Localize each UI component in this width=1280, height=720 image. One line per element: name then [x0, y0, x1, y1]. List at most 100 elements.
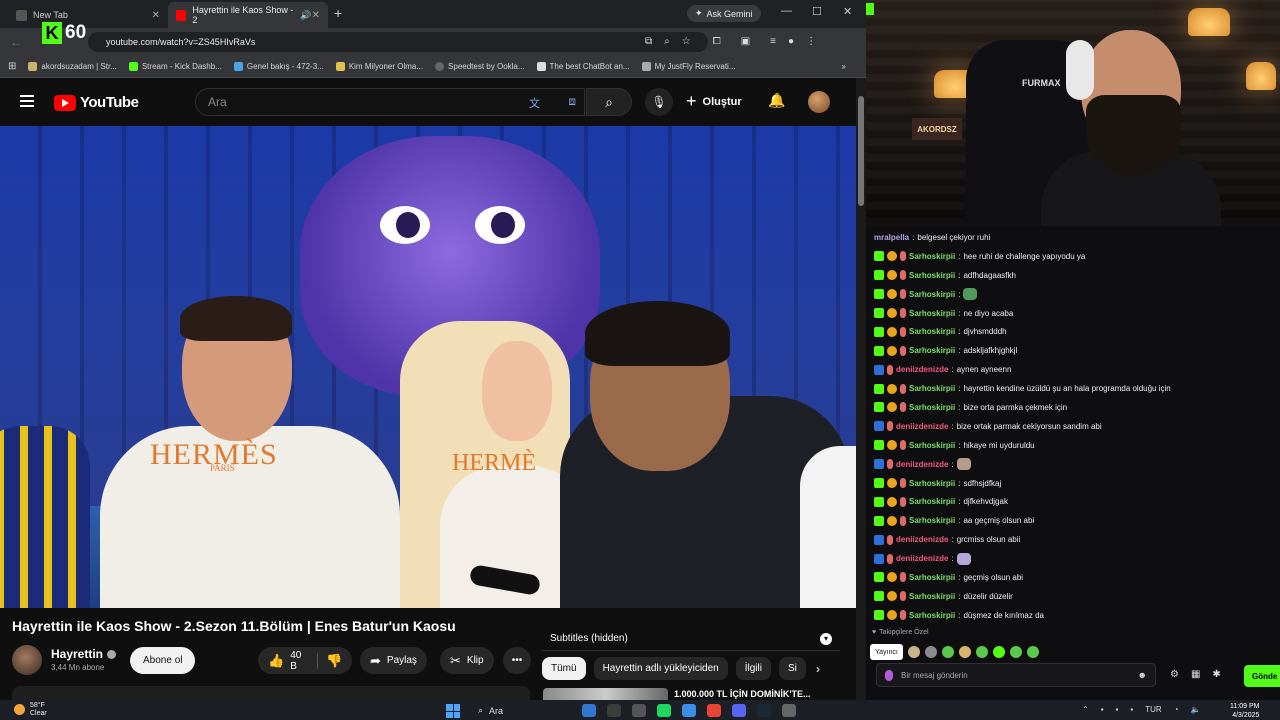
chat-username[interactable]: Sarhoskirpii	[909, 346, 955, 355]
notifications-bell-icon[interactable]: 🔔	[768, 92, 785, 109]
audio-playing-icon[interactable]: 🔊	[300, 10, 311, 21]
create-button[interactable]: + Oluştur	[686, 91, 742, 112]
windows-start-icon[interactable]	[446, 704, 460, 718]
close-tab-icon[interactable]: ✕	[312, 10, 320, 21]
zoom-icon[interactable]: ⌕	[664, 36, 670, 47]
account-avatar[interactable]	[808, 91, 830, 113]
weather-widget[interactable]: 58°F Clear	[14, 702, 47, 718]
recommended-video-thumbnail[interactable]	[543, 688, 668, 700]
hamburger-menu-icon[interactable]	[20, 95, 34, 107]
chip-related[interactable]: İlgili	[735, 657, 771, 680]
bookmark-item[interactable]: akordsuzadam | Str...	[28, 62, 117, 71]
chevron-right-icon[interactable]: ›	[816, 662, 820, 676]
bookmark-item[interactable]: Kim Milyoner Olma...	[335, 62, 423, 71]
scrollbar-thumb[interactable]	[858, 96, 864, 206]
maximize-icon[interactable]: ☐	[812, 5, 822, 18]
gift-icon[interactable]: ▦	[1191, 669, 1200, 680]
extensions-icon[interactable]: ⧠	[713, 36, 721, 47]
subscribe-button[interactable]: Abone ol	[130, 647, 196, 674]
emoji-picker-icon[interactable]: ☻	[1138, 670, 1147, 680]
downloads-icon[interactable]: ≡	[770, 36, 776, 47]
channel-name-row[interactable]: Hayrettin	[51, 647, 117, 661]
taskbar-app-icon[interactable]	[757, 704, 771, 717]
emote-shortcut-icon[interactable]	[907, 646, 920, 658]
new-tab-plus-icon[interactable]: +	[334, 5, 342, 21]
chip-all[interactable]: Tümü	[542, 657, 586, 680]
chip-partial[interactable]: Si	[778, 657, 806, 680]
tab-youtube-video[interactable]: Hayrettin ile Kaos Show - 2 🔊 ✕	[168, 2, 328, 28]
chat-username[interactable]: Sarhoskirpii	[909, 252, 955, 261]
more-actions-button[interactable]: •••	[503, 647, 531, 674]
tab-new-tab[interactable]: New Tab ✕	[8, 2, 168, 28]
bookmark-item[interactable]: My JustFly Reservati...	[641, 62, 736, 71]
emote-shortcut-icon[interactable]	[1009, 646, 1022, 658]
emote-shortcut-icon[interactable]	[941, 646, 954, 658]
chat-username[interactable]: deniizdenizde	[896, 554, 948, 563]
translate-icon[interactable]: 文	[529, 95, 540, 111]
chat-username[interactable]: Sarhoskirpii	[909, 611, 955, 620]
taskbar-app-icon[interactable]	[732, 704, 746, 717]
chat-username[interactable]: mralpella	[874, 233, 909, 242]
chat-username[interactable]: Sarhoskirpii	[909, 290, 955, 299]
chat-settings-icon[interactable]: ⚙	[1170, 669, 1179, 680]
page-scrollbar[interactable]	[856, 78, 866, 700]
video-player[interactable]	[0, 126, 856, 608]
chat-username[interactable]: Sarhoskirpii	[909, 403, 955, 412]
back-arrow-icon[interactable]: ←	[10, 35, 22, 49]
chat-username[interactable]: Sarhoskirpii	[909, 271, 955, 280]
taskbar-app-icon[interactable]	[782, 704, 796, 717]
chat-username[interactable]: Sarhoskirpii	[909, 592, 955, 601]
bookmarks-overflow-icon[interactable]: »	[842, 62, 846, 71]
chat-username[interactable]: deniizdenizde	[896, 422, 948, 431]
cast-icon[interactable]: ⧉	[645, 36, 652, 47]
tray-app-icon[interactable]: ▪	[1101, 705, 1104, 714]
search-button[interactable]: ⌕	[586, 88, 632, 116]
voice-search-button[interactable]: 🎙	[645, 88, 673, 116]
taskbar-app-icon[interactable]	[582, 704, 596, 717]
chat-username[interactable]: Sarhoskirpii	[909, 497, 955, 506]
system-clock[interactable]: 11:09 PM 4/3/2025	[1230, 702, 1259, 720]
description-panel[interactable]	[12, 686, 530, 700]
bookmark-item[interactable]: The best ChatBot an...	[536, 62, 630, 71]
channel-name[interactable]: Hayrettin	[51, 647, 103, 661]
taskbar-app-icon[interactable]	[657, 704, 671, 717]
volume-icon[interactable]: 🔈	[1191, 705, 1201, 714]
subtitles-panel-header[interactable]: Subtitles (hidden) ▾	[542, 627, 840, 651]
language-indicator[interactable]: TUR	[1145, 705, 1161, 714]
close-window-icon[interactable]: ✕	[843, 5, 852, 18]
taskbar-app-icon[interactable]	[682, 704, 696, 717]
address-bar[interactable]: youtube.com/watch?v=ZS45HIvRaVs	[88, 32, 708, 52]
taskbar-app-icon[interactable]	[632, 704, 646, 717]
clip-button[interactable]: ✂ Klip	[440, 647, 494, 674]
chip-from-uploader[interactable]: Hayrettin adlı yükleyiciden	[593, 657, 728, 680]
share-button[interactable]: ➦ Paylaş	[360, 647, 427, 674]
youtube-search-input[interactable]: Ara 文 ⧈	[195, 88, 585, 116]
tray-app-icon[interactable]: ▪	[1130, 705, 1133, 714]
channel-avatar[interactable]	[12, 645, 42, 675]
chat-message-input[interactable]: Bir mesaj gönderin ☻	[876, 663, 1156, 687]
chat-username[interactable]: Sarhoskirpii	[909, 479, 955, 488]
sidepanel-icon[interactable]: ▣	[741, 36, 750, 47]
emote-shortcut-icon[interactable]	[992, 646, 1005, 658]
thumbs-up-icon[interactable]: 👍	[268, 653, 284, 669]
chat-username[interactable]: deniizdenizde	[896, 365, 948, 374]
profile-icon[interactable]: ●	[788, 36, 794, 47]
chat-username[interactable]: deniizdenizde	[896, 460, 948, 469]
bookmark-star-icon[interactable]: ☆	[682, 36, 691, 47]
screenshot-icon[interactable]: ⧈	[568, 94, 576, 109]
ask-gemini-button[interactable]: ✦ Ask Gemini	[687, 5, 761, 22]
bookmark-item[interactable]: Genel bakış - 472-3...	[233, 62, 324, 71]
chat-username[interactable]: Sarhoskirpii	[909, 516, 955, 525]
emote-shortcut-icon[interactable]	[1026, 646, 1039, 658]
close-tab-icon[interactable]: ✕	[152, 10, 160, 21]
emote-shortcut-icon[interactable]	[975, 646, 988, 658]
chat-username[interactable]: Sarhoskirpii	[909, 309, 955, 318]
recommended-video-title[interactable]: 1.000.000 TL İÇİN DOMİNİK'TE...	[674, 689, 811, 699]
chevron-down-icon[interactable]: ▾	[820, 632, 832, 645]
chat-username[interactable]: Sarhoskirpii	[909, 384, 955, 393]
chat-username[interactable]: Sarhoskirpii	[909, 573, 955, 582]
taskbar-search[interactable]: ⌕ Ara	[478, 705, 503, 716]
taskbar-app-icon[interactable]	[607, 704, 621, 717]
apps-grid-icon[interactable]: ⊞	[8, 61, 16, 72]
send-message-button[interactable]: Gönde	[1244, 665, 1280, 687]
